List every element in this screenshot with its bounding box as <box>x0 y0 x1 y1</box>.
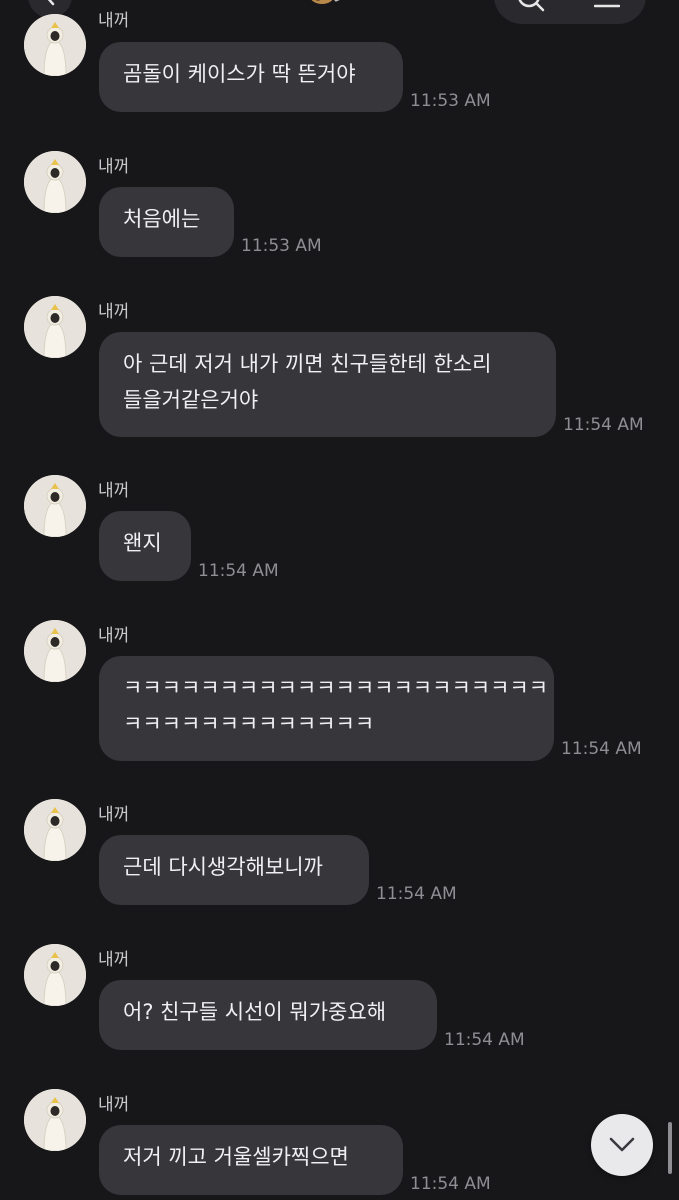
message-text-line: ㅋㅋㅋㅋㅋㅋㅋㅋㅋㅋㅋㅋㅋ <box>123 712 375 736</box>
avatar[interactable] <box>24 944 86 1006</box>
message-text: 저거 끼고 거울셀카찍으면 <box>123 1145 349 1169</box>
message-bubble[interactable]: 왠지 <box>99 511 191 581</box>
message-timestamp: 11:53 AM <box>410 91 491 111</box>
scroll-down-button[interactable] <box>591 1114 653 1176</box>
header-actions <box>494 0 646 24</box>
message-timestamp: 11:53 AM <box>241 236 322 256</box>
message-timestamp: 11:54 AM <box>198 561 279 581</box>
sender-name: 내꺼 <box>98 805 130 825</box>
message-bubble[interactable]: 저거 끼고 거울셀카찍으면 <box>99 1125 403 1195</box>
message-timestamp: 11:54 AM <box>410 1174 491 1194</box>
avatar[interactable] <box>24 14 86 76</box>
message-text: 곰돌이 케이스가 딱 뜬거야 <box>123 62 356 86</box>
sender-name: 내꺼 <box>98 302 130 322</box>
bear-emoji-icon <box>306 0 358 8</box>
message-timestamp: 11:54 AM <box>561 739 642 759</box>
avatar[interactable] <box>24 151 86 213</box>
sender-name: 내꺼 <box>98 1095 130 1115</box>
sender-name: 내꺼 <box>98 950 130 970</box>
avatar[interactable] <box>24 296 86 358</box>
message-timestamp: 11:54 AM <box>563 415 644 435</box>
message-text-line: 들을거같은거야 <box>123 388 259 412</box>
message-text: 어? 친구들 시선이 뭐가중요해 <box>123 1000 387 1024</box>
message-text-line: 아 근데 저거 내가 끼면 친구들한테 한소리 <box>123 352 492 376</box>
message-text-line: ㅋㅋㅋㅋㅋㅋㅋㅋㅋㅋㅋㅋㅋㅋㅋㅋㅋㅋㅋㅋㅋㅋ <box>123 676 549 700</box>
message-bubble[interactable]: 아 근데 저거 내가 끼면 친구들한테 한소리들을거같은거야 <box>99 332 556 437</box>
avatar[interactable] <box>24 799 86 861</box>
avatar[interactable] <box>24 1089 86 1151</box>
message-bubble[interactable]: ㅋㅋㅋㅋㅋㅋㅋㅋㅋㅋㅋㅋㅋㅋㅋㅋㅋㅋㅋㅋㅋㅋ ㅋㅋㅋㅋㅋㅋㅋㅋㅋㅋㅋㅋㅋ <box>99 656 554 761</box>
search-icon[interactable] <box>516 0 546 22</box>
sender-name: 내꺼 <box>98 157 130 177</box>
sender-name: 내꺼 <box>98 481 130 501</box>
avatar[interactable] <box>24 475 86 537</box>
message-bubble[interactable]: 처음에는 <box>99 187 234 257</box>
sender-name: 내꺼 <box>98 626 130 646</box>
hamburger-menu-icon[interactable] <box>593 0 621 13</box>
message-timestamp: 11:54 AM <box>444 1030 525 1050</box>
message-text: 왠지 <box>123 531 162 555</box>
message-bubble[interactable]: 어? 친구들 시선이 뭐가중요해 <box>99 980 437 1050</box>
scrollbar[interactable] <box>668 1122 672 1174</box>
message-text: 처음에는 <box>123 207 201 231</box>
message-bubble[interactable]: 곰돌이 케이스가 딱 뜬거야 <box>99 42 403 112</box>
message-bubble[interactable]: 근데 다시생각해보니까 <box>99 835 369 905</box>
avatar[interactable] <box>24 620 86 682</box>
message-timestamp: 11:54 AM <box>376 884 457 904</box>
sender-name: 내꺼 <box>98 11 130 31</box>
message-text: 근데 다시생각해보니까 <box>123 855 323 879</box>
